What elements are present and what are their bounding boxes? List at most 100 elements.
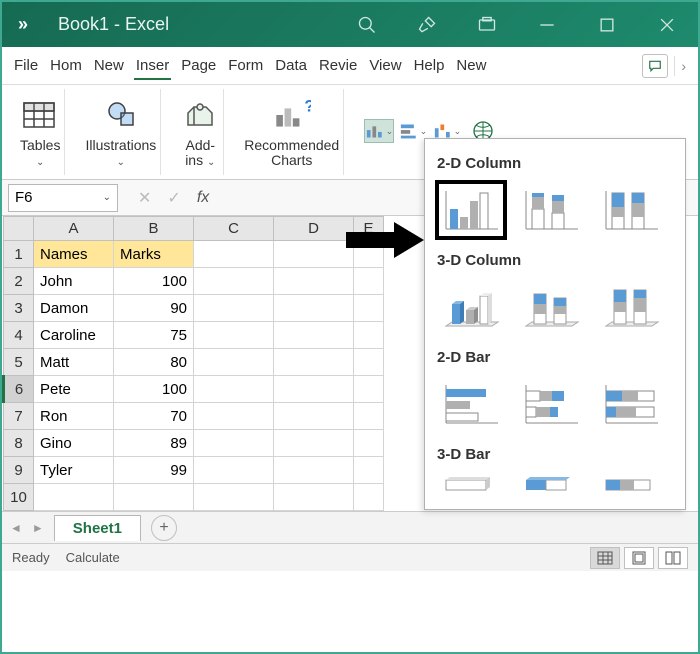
tab-home[interactable]: Hom xyxy=(44,51,88,80)
row-header-6[interactable]: 6 xyxy=(4,376,34,403)
cell-b7[interactable]: 70 xyxy=(114,403,194,430)
row-header-5[interactable]: 5 xyxy=(4,349,34,376)
cell-b8[interactable]: 89 xyxy=(114,430,194,457)
ribbon-group-tables[interactable]: Tables⌄ xyxy=(16,89,65,175)
sheet-next-icon[interactable]: ► xyxy=(32,521,44,535)
tables-icon xyxy=(21,96,59,134)
cell-c1[interactable] xyxy=(194,241,274,268)
section-3d-column: 3-D Column xyxy=(437,252,673,269)
page-layout-view-button[interactable] xyxy=(624,547,654,569)
cell-a7[interactable]: Ron xyxy=(34,403,114,430)
cell-b3[interactable]: 90 xyxy=(114,295,194,322)
illustrations-label: Illustrations⌄ xyxy=(85,138,156,169)
recommended-charts-icon: ? xyxy=(273,96,311,134)
document-title: Book1 - Excel xyxy=(38,14,169,35)
stacked-column-option[interactable] xyxy=(517,182,585,238)
clustered-bar-option[interactable] xyxy=(437,376,505,432)
cell-a2[interactable]: John xyxy=(34,268,114,295)
ribbon-mode-icon[interactable] xyxy=(472,10,502,40)
tab-new2[interactable]: New xyxy=(450,51,492,80)
row-header-9[interactable]: 9 xyxy=(4,457,34,484)
cell-a4[interactable]: Caroline xyxy=(34,322,114,349)
cell-a9[interactable]: Tyler xyxy=(34,457,114,484)
sheet-tab-bar: ◄ ► Sheet1 + xyxy=(2,511,698,543)
close-button[interactable] xyxy=(652,10,682,40)
addins-label: Add- ins ⌄ xyxy=(185,138,215,169)
ribbon-scroll-right[interactable]: › xyxy=(674,56,692,76)
clustered-column-option[interactable] xyxy=(437,182,505,238)
illustrations-icon xyxy=(102,96,140,134)
col-header-c[interactable]: C xyxy=(194,217,274,241)
row-header-4[interactable]: 4 xyxy=(4,322,34,349)
sheet-tab-sheet1[interactable]: Sheet1 xyxy=(54,515,141,541)
enter-formula-icon[interactable]: ✓ xyxy=(167,188,180,208)
cell-a8[interactable]: Gino xyxy=(34,430,114,457)
ribbon-tab-row: File Hom New Inser Page Form Data Revie … xyxy=(2,47,698,85)
100-stacked-column-option[interactable] xyxy=(597,182,665,238)
cell-b1[interactable]: Marks xyxy=(114,241,194,268)
cell-b5[interactable]: 80 xyxy=(114,349,194,376)
tab-review[interactable]: Revie xyxy=(313,51,363,80)
row-header-1[interactable]: 1 xyxy=(4,241,34,268)
add-sheet-button[interactable]: + xyxy=(151,515,177,541)
100-stacked-bar-option[interactable] xyxy=(597,376,665,432)
3d-clustered-column-option[interactable] xyxy=(437,279,505,335)
tab-insert[interactable]: Inser xyxy=(130,51,175,80)
sheet-prev-icon[interactable]: ◄ xyxy=(10,521,22,535)
row-header-3[interactable]: 3 xyxy=(4,295,34,322)
row-header-8[interactable]: 8 xyxy=(4,430,34,457)
stacked-bar-option[interactable] xyxy=(517,376,585,432)
cell-a5[interactable]: Matt xyxy=(34,349,114,376)
row-header-2[interactable]: 2 xyxy=(4,268,34,295)
3d-100-stacked-column-option[interactable] xyxy=(597,279,665,335)
status-ready: Ready xyxy=(12,550,50,565)
3d-clustered-bar-option[interactable] xyxy=(437,473,505,503)
row-header-7[interactable]: 7 xyxy=(4,403,34,430)
cell-b9[interactable]: 99 xyxy=(114,457,194,484)
name-box-caret-icon[interactable]: ⌄ xyxy=(103,192,111,203)
name-box[interactable]: F6 ⌄ xyxy=(8,184,118,212)
column-chart-dropdown[interactable]: ⌄ xyxy=(364,119,394,143)
cell-d1[interactable] xyxy=(274,241,354,268)
brush-icon[interactable] xyxy=(412,10,442,40)
fx-icon[interactable]: fx xyxy=(197,189,209,207)
tables-label: Tables⌄ xyxy=(20,138,60,169)
quick-access-overflow[interactable]: » xyxy=(18,14,28,35)
search-icon[interactable] xyxy=(352,10,382,40)
tab-view[interactable]: View xyxy=(363,51,407,80)
maximize-button[interactable] xyxy=(592,10,622,40)
recommended-charts-label: Recommended Charts xyxy=(244,138,339,169)
select-all-corner[interactable] xyxy=(4,217,34,241)
normal-view-button[interactable] xyxy=(590,547,620,569)
cell-a6[interactable]: Pete xyxy=(34,376,114,403)
3d-stacked-bar-option[interactable] xyxy=(517,473,585,503)
tab-data[interactable]: Data xyxy=(269,51,313,80)
ribbon-group-recommended-charts[interactable]: ? Recommended Charts xyxy=(240,89,344,175)
minimize-button[interactable] xyxy=(532,10,562,40)
col-header-d[interactable]: D xyxy=(274,217,354,241)
row-header-10[interactable]: 10 xyxy=(4,484,34,511)
tab-file[interactable]: File xyxy=(8,51,44,80)
status-calculate: Calculate xyxy=(66,550,120,565)
comments-button[interactable] xyxy=(642,54,668,78)
cell-b4[interactable]: 75 xyxy=(114,322,194,349)
cancel-formula-icon[interactable]: ✕ xyxy=(138,188,151,208)
ribbon-group-illustrations[interactable]: Illustrations⌄ xyxy=(81,89,161,175)
cell-a1[interactable]: Names xyxy=(34,241,114,268)
tab-help[interactable]: Help xyxy=(408,51,451,80)
grid[interactable]: A B C D E 1 Names Marks 2John100 3Damon9… xyxy=(2,216,384,511)
3d-100-stacked-bar-option[interactable] xyxy=(597,473,665,503)
3d-stacked-column-option[interactable] xyxy=(517,279,585,335)
chart-type-dropdown: 2-D Column 3-D Colum xyxy=(424,138,686,510)
cell-b2[interactable]: 100 xyxy=(114,268,194,295)
tab-page-layout[interactable]: Page xyxy=(175,51,222,80)
ribbon-group-addins[interactable]: Add- ins ⌄ xyxy=(177,89,224,175)
tab-formulas[interactable]: Form xyxy=(222,51,269,80)
page-break-view-button[interactable] xyxy=(658,547,688,569)
cell-a3[interactable]: Damon xyxy=(34,295,114,322)
tab-new[interactable]: New xyxy=(88,51,130,80)
section-2d-bar: 2-D Bar xyxy=(437,349,673,366)
col-header-b[interactable]: B xyxy=(114,217,194,241)
col-header-a[interactable]: A xyxy=(34,217,114,241)
cell-b6[interactable]: 100 xyxy=(114,376,194,403)
